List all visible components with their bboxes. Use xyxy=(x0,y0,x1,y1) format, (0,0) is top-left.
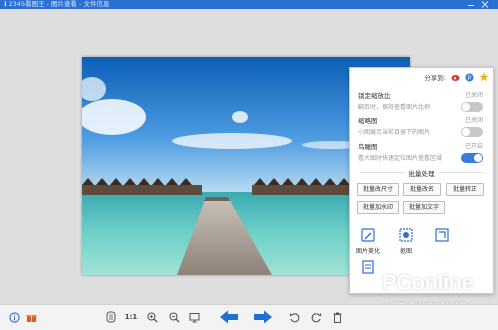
document-icon xyxy=(362,260,374,274)
rotate-left-button[interactable] xyxy=(288,310,300,324)
tool-beautify[interactable]: 图片美化 xyxy=(356,228,380,255)
zoom-in-icon xyxy=(146,311,157,322)
rotate-left-icon xyxy=(289,312,299,322)
tool-document[interactable] xyxy=(356,260,380,278)
previous-button[interactable] xyxy=(218,310,240,324)
tool-label: 图片美化 xyxy=(356,248,381,255)
setting-thumbnail: 缩略图 小图展示当前目录下的图片 已关闭 xyxy=(358,115,485,137)
watermark-brand: PConline xyxy=(382,270,474,295)
bottom-toolbar: 1:1 xyxy=(0,304,498,330)
info-button[interactable] xyxy=(8,310,20,324)
fit-window-icon xyxy=(106,311,116,323)
delete-button[interactable] xyxy=(332,310,342,324)
birdseye-toggle[interactable] xyxy=(461,153,483,163)
delete-icon xyxy=(333,312,341,323)
batch-watermark-button[interactable]: 批量加水印 xyxy=(357,201,399,214)
zoom-in-button[interactable] xyxy=(146,310,158,324)
side-panel: 分享到: P 锁定缩放比 翻页时，保持查看图片比例 已关闭 缩略图 小图展示当前… xyxy=(349,67,494,294)
fit-window-button[interactable] xyxy=(105,310,117,324)
setting-lock-zoom: 锁定缩放比 翻页时，保持查看图片比例 已关闭 xyxy=(358,90,485,112)
slideshow-button[interactable] xyxy=(188,310,200,324)
close-icon[interactable] xyxy=(480,1,490,8)
batch-rotate-button[interactable]: 批量转正 xyxy=(446,183,484,196)
previous-arrow-icon xyxy=(220,310,238,324)
rotate-right-icon xyxy=(311,312,321,322)
slideshow-icon xyxy=(189,312,199,322)
thumbnail-toggle[interactable] xyxy=(461,127,483,137)
share-bar: 分享到: P xyxy=(424,71,489,83)
rotate-right-button[interactable] xyxy=(310,310,322,324)
svg-text:P: P xyxy=(467,75,471,81)
next-button[interactable] xyxy=(252,310,274,324)
batch-text-button[interactable]: 批量加文字 xyxy=(403,201,445,214)
tool-crop[interactable] xyxy=(430,228,454,246)
next-arrow-icon xyxy=(254,310,272,324)
pencil-icon xyxy=(361,228,375,242)
lock-zoom-toggle[interactable] xyxy=(461,102,483,112)
batch-title: 批量处理 xyxy=(350,168,493,178)
weibo-icon[interactable] xyxy=(451,73,460,82)
title-bar: ℹ 2345看图王 - 图片查看 - 文件信息 xyxy=(0,0,498,9)
crop-icon xyxy=(435,228,449,242)
actual-size-label: 1:1 xyxy=(124,313,138,321)
zoom-out-icon xyxy=(168,311,179,322)
setting-status: 已开启 xyxy=(464,143,483,150)
cutout-icon xyxy=(399,228,413,242)
setting-status: 已关闭 xyxy=(464,92,483,99)
tool-cutout[interactable]: 抠图 xyxy=(394,228,418,255)
gift-button[interactable] xyxy=(25,310,37,324)
info-icon xyxy=(8,311,20,323)
batch-rename-button[interactable]: 批量改名 xyxy=(403,183,441,196)
window-title: ℹ 2345看图王 - 图片查看 - 文件信息 xyxy=(4,0,110,8)
minimize-icon[interactable] xyxy=(466,1,476,8)
tool-label: 抠图 xyxy=(399,248,412,255)
qzone-icon[interactable]: P xyxy=(465,73,474,82)
batch-resize-button[interactable]: 批量改尺寸 xyxy=(357,183,399,196)
favorite-star-icon[interactable] xyxy=(479,72,489,82)
zoom-out-button[interactable] xyxy=(168,310,180,324)
share-label: 分享到: xyxy=(424,74,446,82)
setting-birdseye: 鸟瞰图 看大图时快速定位图片查看区域 已开启 xyxy=(358,141,485,163)
actual-size-button[interactable]: 1:1 xyxy=(124,310,138,324)
gift-icon xyxy=(26,314,36,322)
setting-status: 已关闭 xyxy=(464,117,483,124)
